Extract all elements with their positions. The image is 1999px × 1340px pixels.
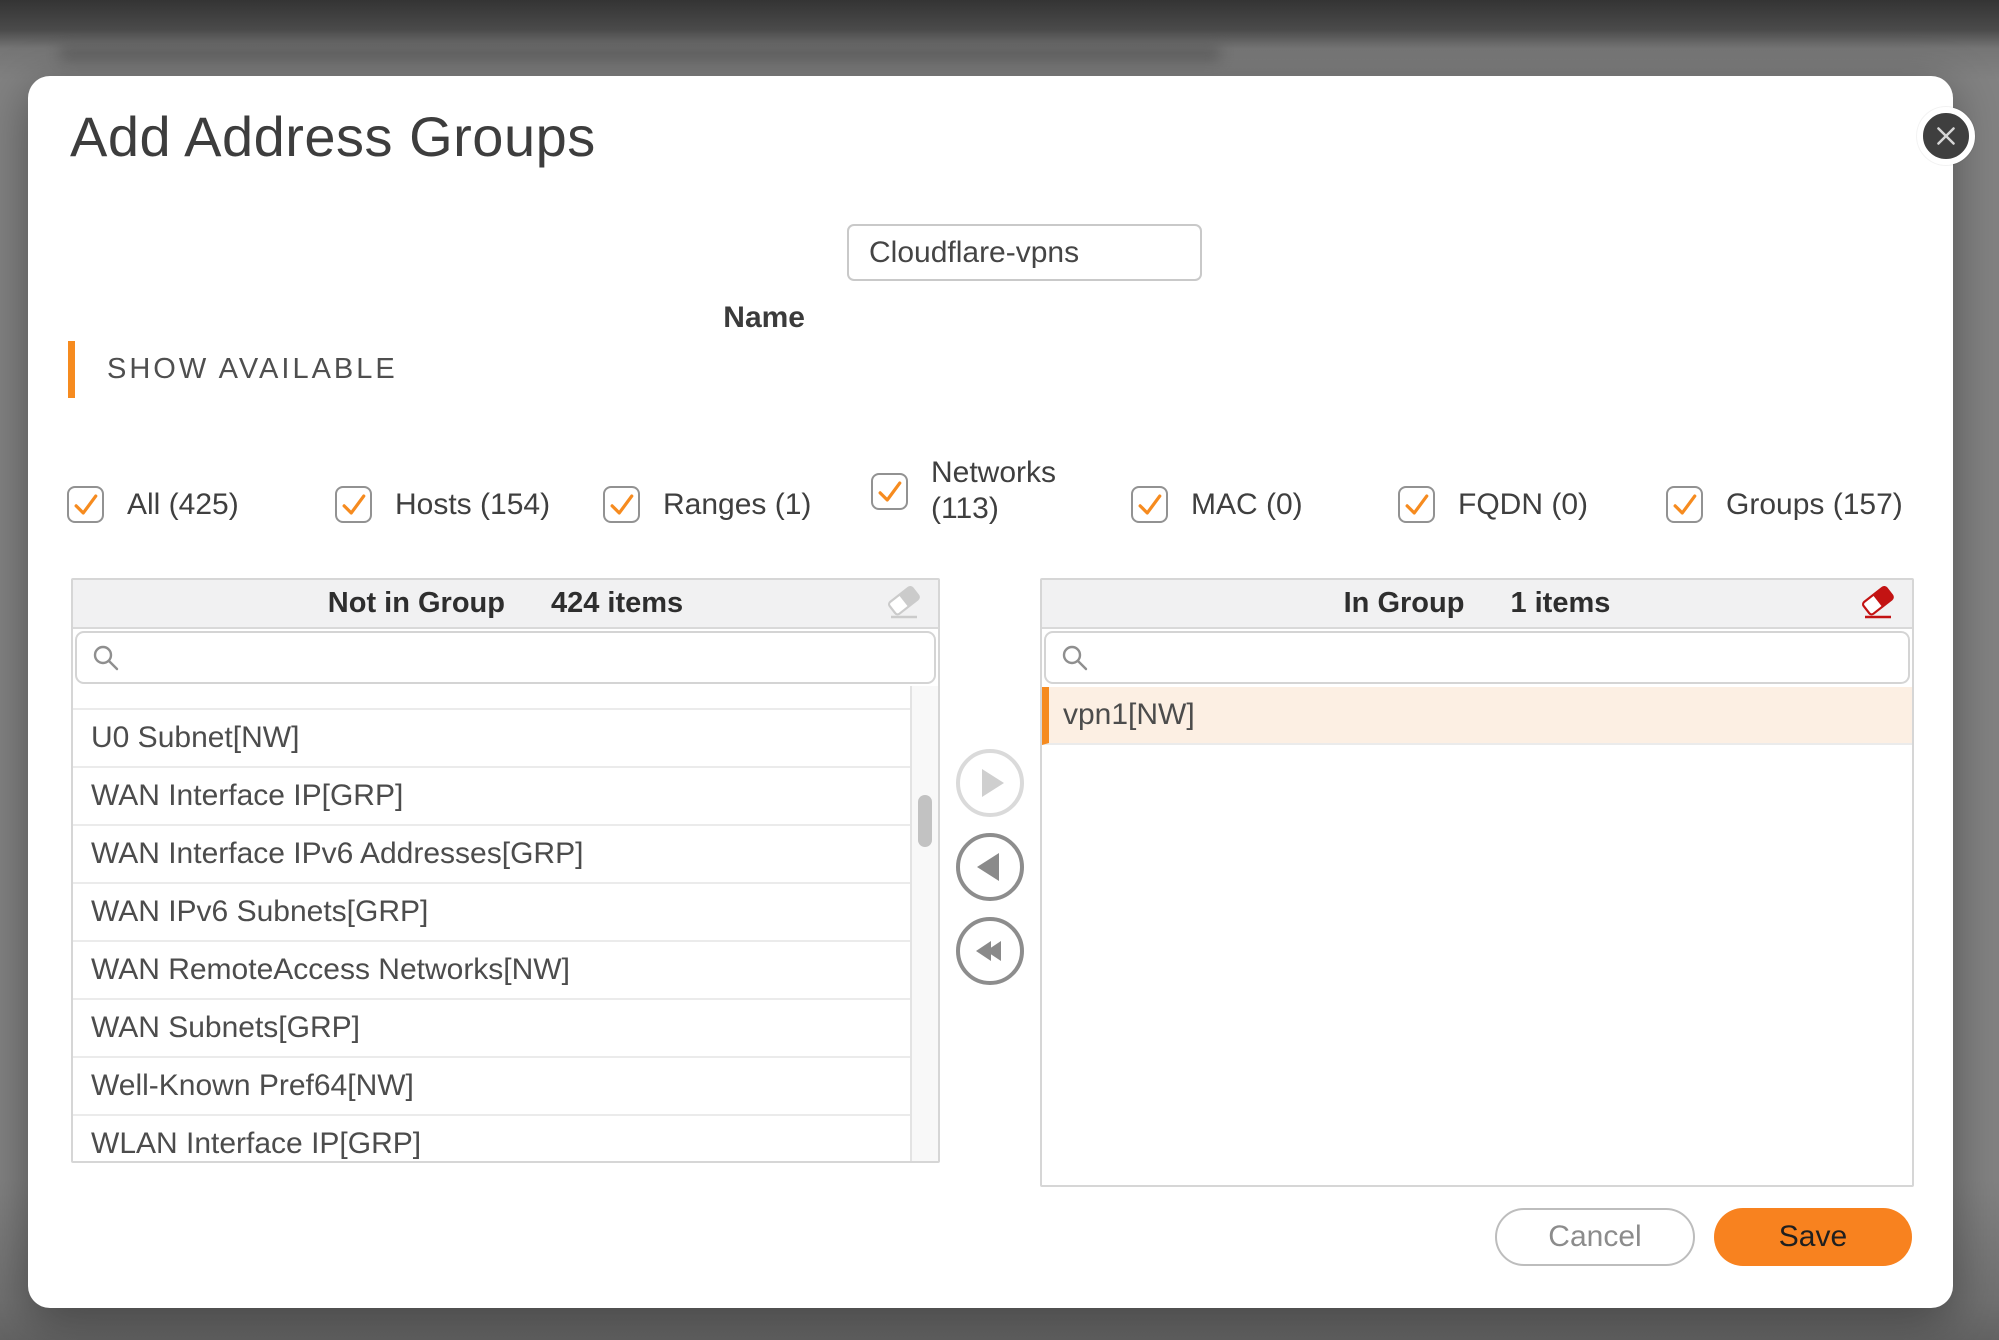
- list-item[interactable]: WLAN Interface IP[GRP]: [73, 1116, 910, 1163]
- in-group-search: [1044, 631, 1910, 684]
- background-app-content: [60, 46, 1220, 60]
- clear-left-selection-icon[interactable]: [884, 583, 924, 623]
- filter-fqdn[interactable]: FQDN (0): [1398, 486, 1588, 523]
- checkbox-checked-icon[interactable]: [1666, 486, 1703, 523]
- close-button[interactable]: [1917, 107, 1975, 165]
- filter-ranges[interactable]: Ranges (1): [603, 486, 811, 523]
- list-item-partial: [73, 686, 910, 710]
- scrollbar[interactable]: [910, 686, 938, 1161]
- search-icon: [91, 643, 121, 673]
- list-item-selected[interactable]: vpn1[NW]: [1042, 687, 1912, 745]
- arrow-right-icon: [982, 769, 1004, 797]
- move-right-button[interactable]: [956, 749, 1024, 817]
- not-in-group-panel: Not in Group 424 items: [71, 578, 940, 1163]
- filter-label: MAC (0): [1191, 486, 1303, 523]
- list-item[interactable]: WAN RemoteAccess Networks[NW]: [73, 942, 910, 1000]
- close-icon: [1929, 119, 1963, 153]
- filter-groups[interactable]: Groups (157): [1666, 486, 1903, 523]
- move-left-button[interactable]: [956, 833, 1024, 901]
- not-in-group-header: Not in Group 424 items: [73, 580, 938, 629]
- list-item[interactable]: Well-Known Pref64[NW]: [73, 1058, 910, 1116]
- filter-label: All (425): [127, 486, 239, 523]
- name-input[interactable]: [847, 224, 1202, 281]
- panel-count: 1 items: [1510, 587, 1610, 620]
- panel-title: Not in Group: [328, 587, 505, 620]
- filter-hosts[interactable]: Hosts (154): [335, 486, 550, 523]
- list-item[interactable]: WAN Subnets[GRP]: [73, 1000, 910, 1058]
- checkbox-checked-icon[interactable]: [603, 486, 640, 523]
- double-arrow-left-icon: [976, 941, 1001, 961]
- list-item[interactable]: U0 Subnet[NW]: [73, 710, 910, 768]
- in-group-header: In Group 1 items: [1042, 580, 1912, 629]
- name-label: Name: [645, 301, 805, 335]
- dialog-title: Add Address Groups: [70, 104, 596, 169]
- filter-label: Ranges (1): [663, 486, 811, 523]
- filter-label: Hosts (154): [395, 486, 550, 523]
- filter-all[interactable]: All (425): [67, 486, 239, 523]
- checkbox-checked-icon[interactable]: [1398, 486, 1435, 523]
- cancel-button[interactable]: Cancel: [1495, 1208, 1695, 1266]
- checkbox-checked-icon[interactable]: [871, 473, 908, 510]
- save-button[interactable]: Save: [1714, 1208, 1912, 1266]
- not-in-group-search: [75, 631, 936, 684]
- screen: Add Address Groups Name SHOW AVAILABLE A…: [0, 0, 1999, 1340]
- panel-title: In Group: [1344, 587, 1465, 620]
- move-all-left-button[interactable]: [956, 917, 1024, 985]
- filter-mac[interactable]: MAC (0): [1131, 486, 1303, 523]
- list-item[interactable]: WAN Interface IP[GRP]: [73, 768, 910, 826]
- section-heading: SHOW AVAILABLE: [107, 353, 398, 386]
- in-group-search-input[interactable]: [1090, 633, 1908, 682]
- clear-in-group-icon[interactable]: [1858, 583, 1898, 623]
- checkbox-checked-icon[interactable]: [1131, 486, 1168, 523]
- in-group-list: vpn1[NW]: [1042, 687, 1912, 1186]
- panel-count: 424 items: [551, 587, 683, 620]
- arrow-left-icon: [977, 853, 999, 881]
- in-group-panel: In Group 1 items: [1040, 578, 1914, 1187]
- search-icon: [1060, 643, 1090, 673]
- not-in-group-search-input[interactable]: [121, 633, 934, 682]
- add-address-groups-dialog: Add Address Groups Name SHOW AVAILABLE A…: [28, 76, 1953, 1308]
- list-item[interactable]: WAN IPv6 Subnets[GRP]: [73, 884, 910, 942]
- checkbox-checked-icon[interactable]: [335, 486, 372, 523]
- filter-label: Groups (157): [1726, 486, 1903, 523]
- filter-label: FQDN (0): [1458, 486, 1588, 523]
- filter-label: Networks (113): [931, 455, 1069, 527]
- checkbox-checked-icon[interactable]: [67, 486, 104, 523]
- list-item[interactable]: WAN Interface IPv6 Addresses[GRP]: [73, 826, 910, 884]
- filter-networks[interactable]: Networks (113): [871, 454, 1069, 528]
- not-in-group-list: U0 Subnet[NW] WAN Interface IP[GRP] WAN …: [73, 686, 938, 1161]
- scrollbar-thumb[interactable]: [918, 795, 932, 847]
- section-accent-bar: [68, 341, 75, 398]
